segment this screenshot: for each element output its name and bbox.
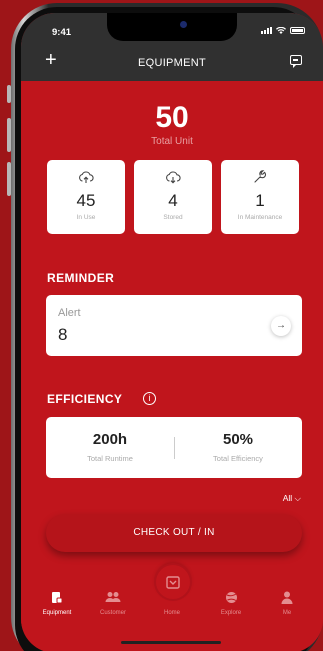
page-title: EQUIPMENT xyxy=(137,57,207,69)
status-time: 9:41 xyxy=(52,27,72,38)
stat-label: Stored xyxy=(163,214,183,221)
tab-label: Customer xyxy=(99,610,126,616)
equipment-icon xyxy=(52,591,63,603)
runtime-label: Total Runtime xyxy=(87,454,133,463)
cloud-upload-icon xyxy=(79,171,94,183)
reminder-heading: REMINDER xyxy=(47,271,115,285)
home-indicator xyxy=(121,641,221,644)
home-icon xyxy=(166,575,180,589)
volume-up-button xyxy=(7,118,11,152)
tab-equipment[interactable]: Equipment xyxy=(29,590,85,616)
efficiency-value: 50% xyxy=(222,431,254,448)
app-screen: 9:41 + EQUIPMENT 50 Total Unit 45 In Use… xyxy=(21,13,323,651)
stat-card-stored[interactable]: 4 Stored xyxy=(134,160,212,234)
stat-card-in-use[interactable]: 45 In Use xyxy=(47,160,125,234)
tab-label: Equipment xyxy=(42,610,72,616)
tab-label: Home xyxy=(163,610,180,616)
alert-label: Alert xyxy=(58,307,81,319)
battery-icon xyxy=(290,27,305,34)
total-unit-label: Total Unit xyxy=(151,136,193,147)
top-app-bar: + EQUIPMENT xyxy=(21,43,323,81)
total-unit-value: 50 xyxy=(155,101,189,134)
runtime-value: 200h xyxy=(92,431,128,448)
alert-card[interactable]: Alert 8 → xyxy=(46,295,302,356)
info-icon[interactable]: i xyxy=(143,392,156,405)
stat-value: 4 xyxy=(168,191,178,210)
stat-card-in-maintenance[interactable]: 1 In Maintenance xyxy=(221,160,299,234)
user-icon xyxy=(281,591,293,604)
stat-label: In Maintenance xyxy=(237,214,283,221)
tab-me[interactable]: Me xyxy=(259,590,315,616)
arrow-right-icon[interactable]: → xyxy=(271,316,291,336)
wifi-icon xyxy=(276,27,286,34)
camera-icon xyxy=(180,21,187,28)
tab-label: Explore xyxy=(220,610,242,616)
efficiency-card: 200h Total Runtime 50% Total Efficiency xyxy=(46,417,302,478)
tab-customer[interactable]: Customer xyxy=(85,590,141,616)
tab-explore[interactable]: Explore xyxy=(203,590,259,616)
mute-switch xyxy=(7,85,11,103)
stat-value: 45 xyxy=(76,191,96,210)
cloud-download-icon xyxy=(166,171,181,184)
chevron-down-icon: ⌵ xyxy=(294,493,301,503)
customer-icon xyxy=(105,592,121,602)
filter-dropdown[interactable]: All ⌵ xyxy=(283,493,301,504)
wrench-icon xyxy=(254,170,267,183)
notch xyxy=(107,13,237,41)
check-out-in-button[interactable]: CHECK OUT / IN xyxy=(46,514,302,552)
filter-label: All xyxy=(282,493,293,503)
home-button[interactable] xyxy=(156,565,190,599)
stat-value: 1 xyxy=(255,191,265,210)
status-bar: 9:41 xyxy=(21,13,323,43)
efficiency-label: Total Efficiency xyxy=(213,454,263,463)
status-icons xyxy=(261,27,305,34)
tab-label: Me xyxy=(282,610,292,616)
message-icon[interactable] xyxy=(290,55,302,68)
signal-icon xyxy=(261,27,272,34)
globe-icon xyxy=(225,591,237,603)
alert-value: 8 xyxy=(58,325,68,344)
volume-down-button xyxy=(7,162,11,196)
efficiency-heading: EFFICIENCY xyxy=(47,392,123,406)
stat-label: In Use xyxy=(76,214,96,221)
